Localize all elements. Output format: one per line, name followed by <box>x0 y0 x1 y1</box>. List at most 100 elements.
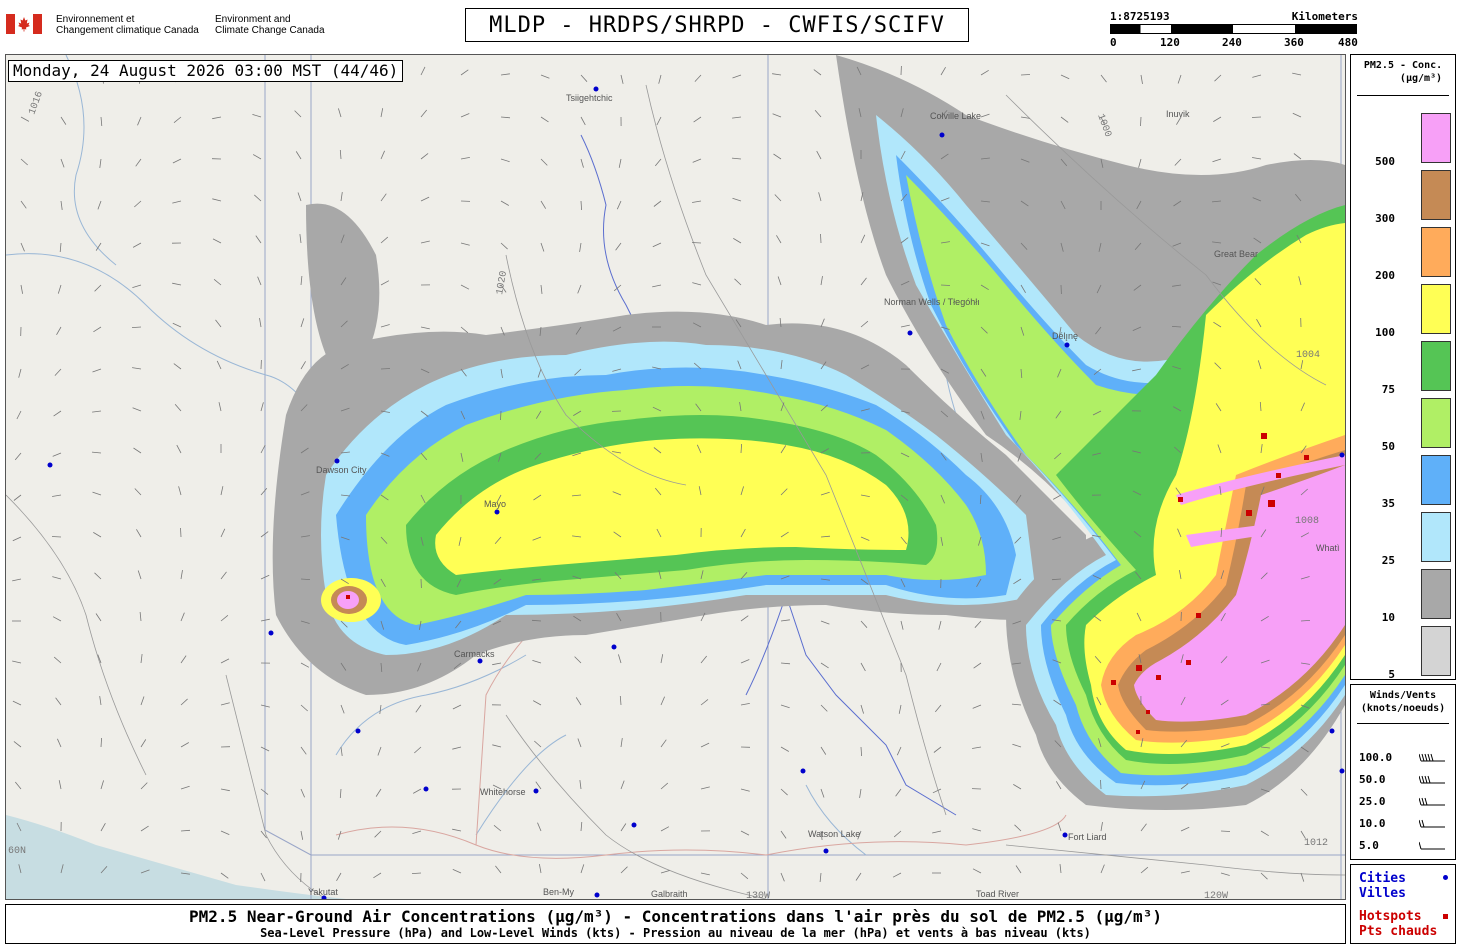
legend-level-label: 300 <box>1375 212 1395 225</box>
wind-barb <box>860 234 866 244</box>
place-label: Galbraith <box>651 889 688 899</box>
agency-name-en: Environment and Climate Change Canada <box>215 14 325 36</box>
wind-barb <box>100 116 103 127</box>
wind-barb <box>660 696 665 706</box>
wind-barb <box>99 158 102 168</box>
wind-barb <box>1138 158 1142 168</box>
wind-barb <box>260 487 268 496</box>
wind-barb <box>180 527 182 538</box>
wind-barb <box>420 109 428 118</box>
hotspots-key: Hotspots Pts chauds <box>1359 909 1438 939</box>
wind-barb <box>740 703 750 706</box>
wind-barb <box>60 200 63 210</box>
wind-barb <box>1213 116 1222 122</box>
wind-barb <box>53 410 62 417</box>
wind-barb <box>860 277 867 286</box>
wind-barb <box>380 150 385 160</box>
wind-barb <box>93 532 102 538</box>
wind-barb <box>1100 822 1103 832</box>
wind-barb <box>136 529 142 538</box>
wind-barb <box>1292 112 1302 118</box>
wind-barb <box>500 116 511 119</box>
wind-barb <box>740 615 749 622</box>
wind-barb <box>1060 74 1070 80</box>
wind-barb <box>1100 74 1107 83</box>
wind-barb <box>700 699 709 706</box>
wind-barb <box>700 742 710 748</box>
wind-barb <box>180 655 187 664</box>
legend-swatch <box>1421 227 1451 277</box>
wind-barb <box>420 240 430 244</box>
legend-level-label: 35 <box>1381 497 1395 510</box>
scale-tick-2: 240 <box>1222 36 1242 49</box>
wind-barb <box>14 781 22 790</box>
wind-barb <box>780 788 788 796</box>
wind-barb <box>460 157 470 160</box>
wind-barb <box>212 238 222 244</box>
place-label: Ben-My <box>543 887 575 897</box>
wind-barb <box>1180 870 1190 874</box>
wind-barb <box>260 402 264 412</box>
wind-barb <box>133 447 142 454</box>
wind-barb <box>380 368 391 370</box>
wind-legend: Winds/Vents (knots/noeuds) 100.0 50.0 25.0… <box>1350 684 1456 860</box>
wind-barb <box>373 872 382 879</box>
wind-barb <box>215 319 222 328</box>
legend-level-label: 10 <box>1381 611 1395 624</box>
wind-barb <box>533 700 542 706</box>
wind-barb <box>1214 74 1222 82</box>
wind-barb <box>774 194 782 202</box>
wind-barb <box>732 116 742 119</box>
meridian-label: 120W <box>1204 891 1228 899</box>
wind-barb <box>813 69 822 76</box>
wind-barb <box>12 536 22 542</box>
hotspot-square-icon <box>1443 914 1448 919</box>
place-label: Toad River <box>976 889 1020 899</box>
wind-barb <box>860 662 866 672</box>
wind-barb <box>694 74 702 82</box>
wind-barb <box>20 200 27 209</box>
wind-barb <box>220 872 229 879</box>
wind-barb <box>172 322 182 328</box>
wind-barb <box>99 696 102 706</box>
wind-barb <box>213 278 222 286</box>
wind-barb <box>972 868 982 874</box>
wind-barb <box>140 696 145 706</box>
wind-barb <box>131 326 142 328</box>
map-canvas: 1020 1016 1012 1008 1004 1000 130W 120W … <box>6 55 1345 899</box>
wind-barb <box>1013 784 1022 790</box>
wind-barb <box>660 826 670 832</box>
wind-barb <box>259 318 262 328</box>
place-label: Great Bear <box>1214 249 1259 259</box>
wind-barb <box>620 823 627 832</box>
isobar-label: 1008 <box>1295 516 1319 527</box>
meridian-label: 60N <box>8 846 26 857</box>
wind-barb <box>336 872 342 881</box>
wind-barb <box>60 116 67 125</box>
wind-barb <box>732 74 742 79</box>
wind-barb <box>820 704 828 712</box>
wind-barb <box>339 149 342 160</box>
wind-barb <box>620 74 624 84</box>
wind-speed-label: 10.0 <box>1359 817 1386 830</box>
wind-barb <box>140 739 147 748</box>
wind-barb <box>819 872 822 883</box>
wind-barb <box>692 158 702 163</box>
map-area[interactable]: 1020 1016 1012 1008 1004 1000 130W 120W … <box>5 54 1346 900</box>
wind-barb <box>575 697 582 706</box>
wind-barb <box>540 116 549 123</box>
wind-legend-row: 5.0 <box>1359 839 1451 853</box>
wind-barb <box>18 368 22 378</box>
wind-barb <box>100 780 104 790</box>
wind-barb <box>14 452 22 461</box>
wind-barb <box>300 318 305 328</box>
wind-barb <box>94 284 102 292</box>
wind-barb <box>818 192 822 202</box>
wind-barb <box>300 788 305 798</box>
wind-barb <box>299 234 302 244</box>
city-dot-icon <box>1443 875 1448 880</box>
wind-barb <box>740 659 750 664</box>
legend-swatch <box>1421 341 1451 391</box>
wind-barb <box>1293 153 1302 160</box>
wind-barb <box>380 280 390 286</box>
